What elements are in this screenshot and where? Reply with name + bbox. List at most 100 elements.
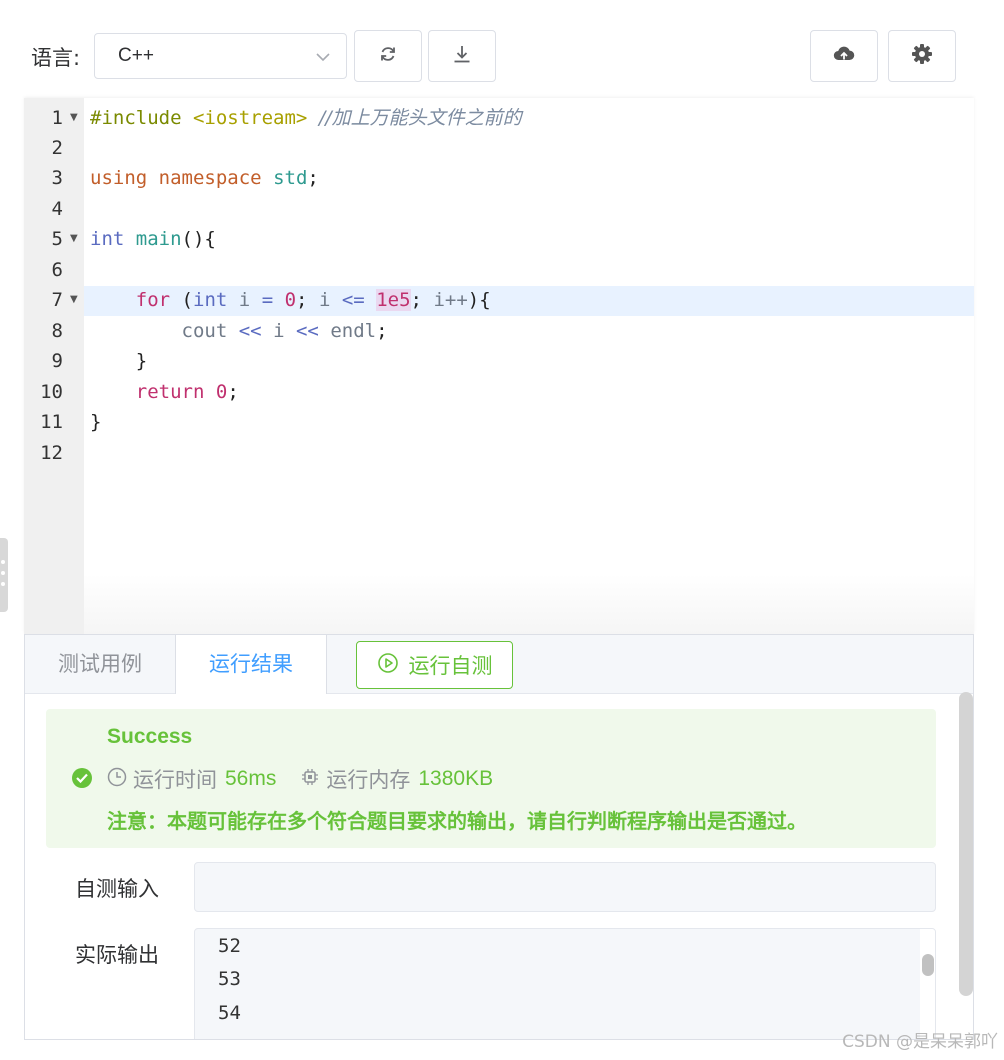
run-time-label: 运行时间 [133,768,217,792]
language-select-value: C++ [118,45,154,66]
token-zero: 0 [284,289,297,311]
token-1e5: 1e5 [376,289,411,311]
fold-arrow-icon[interactable]: ▼ [70,103,78,133]
output-scrollbar[interactable] [920,929,935,1039]
line-number: 6 [51,259,63,281]
language-label: 语言: [31,46,81,70]
token-increment: i++ [433,289,468,311]
token-semicolon: ; [227,381,239,403]
result-panel: 测试用例 运行结果 运行自测 Success 运行时间 56ms 运行内存 13… [24,634,974,1040]
fold-arrow-icon[interactable]: ▼ [70,224,78,254]
line-number: 3 [51,167,63,189]
actual-output-label: 实际输出 [75,943,159,967]
line-number: 2 [51,137,63,159]
success-check-icon [71,767,93,793]
clock-icon [107,767,127,792]
code-line-5: int main(){ [90,224,974,254]
token-include: #include [90,107,182,129]
line-number: 5 [51,228,63,250]
upload-cloud-icon [833,44,855,68]
result-tabbar: 测试用例 运行结果 运行自测 [25,635,973,694]
actual-output-box[interactable]: 52 53 54 [194,928,936,1039]
editor-toolbar: 语言: C++ [0,0,1004,98]
code-line-8: cout << i << endl; [90,316,974,346]
line-number: 10 [40,381,63,403]
token-using: using [90,167,148,189]
run-self-test-button[interactable]: 运行自测 [356,641,513,689]
token-paren: ( [181,289,193,311]
code-line-7: for (int i = 0; i <= 1e5; i++){ [90,285,974,315]
line-number: 7 [51,289,63,311]
editor-bottom-fade [84,574,974,634]
cpu-icon [300,767,320,792]
chevron-down-icon [314,48,332,70]
token-std: std [273,167,308,189]
upload-code-button[interactable] [810,30,878,82]
token-semicolon: ; [307,167,319,189]
language-select[interactable]: C++ [94,33,347,79]
token-namespace: namespace [158,167,262,189]
result-success-box: Success 运行时间 56ms 运行内存 1380KB 注意：本题可能存在多… [46,709,936,848]
self-input-label: 自测输入 [75,877,159,901]
code-line-11: } [90,407,974,437]
run-self-test-label: 运行自测 [408,654,493,678]
token-assign: = [261,289,274,311]
line-number: 4 [51,198,63,220]
output-line: 52 [218,935,241,957]
panel-drag-handle[interactable] [0,538,8,612]
token-le: <= [341,289,365,311]
output-line: 53 [218,968,241,990]
token-semicolon: ; [376,320,388,342]
run-memory-value: 1380KB [418,767,494,790]
code-line-1: #include <iostream> //加上万能头文件之前的 [90,103,974,133]
run-time-value: 56ms [225,767,277,790]
self-input-field[interactable] [194,862,936,912]
tab-run-result[interactable]: 运行结果 [175,635,327,694]
download-code-button[interactable] [428,30,496,82]
line-number-gutter: 1 2 3 4 5 6 7 8 9 10 11 12 ▼ ▼ ▼ [24,98,84,634]
run-memory-label: 运行内存 [326,768,411,792]
panel-scrollbar-thumb[interactable] [959,692,973,996]
token-brace: } [135,350,148,372]
token-for: for [135,289,171,311]
token-shift: << [295,320,319,342]
token-main: main [135,228,182,250]
fold-arrow-icon[interactable]: ▼ [70,285,78,315]
code-line-10: return 0; [90,377,974,407]
token-brace: } [90,411,102,433]
token-comment: //加上万能头文件之前的 [318,107,522,129]
line-number: 11 [40,411,63,433]
token-semicolon: ; [296,289,308,311]
result-note: 注意：本题可能存在多个符合题目要求的输出，请自行判断程序输出是否通过。 [107,809,807,833]
token-shift: << [238,320,262,342]
token-i: i [238,289,251,311]
watermark: CSDN @是呆呆郭吖 [842,1032,998,1052]
reset-code-button[interactable] [354,30,422,82]
code-editor[interactable]: 1 2 3 4 5 6 7 8 9 10 11 12 ▼ ▼ ▼ #includ… [24,98,974,634]
refresh-icon [378,44,398,68]
grip-dot-icon [1,560,5,564]
line-number: 12 [40,442,63,464]
download-icon [452,44,472,68]
line-number: 8 [51,320,63,342]
token-i: i [273,320,285,342]
token-cout: cout [181,320,228,342]
token-parens: (){ [181,228,216,250]
token-zero: 0 [215,381,228,403]
code-line-9: } [90,346,974,376]
token-endl: endl [330,320,377,342]
token-close: ){ [467,289,491,311]
tab-test-cases[interactable]: 测试用例 [25,635,175,693]
token-int: int [193,289,228,311]
token-return: return [135,381,205,403]
gear-icon [911,43,933,69]
grip-dot-icon [1,571,5,575]
output-scrollbar-thumb[interactable] [922,954,934,976]
editor-settings-button[interactable] [888,30,956,82]
token-int: int [90,228,125,250]
code-line-3: using namespace std; [90,163,974,193]
line-number: 1 [51,107,63,129]
play-circle-icon [377,652,399,679]
grip-dot-icon [1,582,5,586]
token-i: i [318,289,331,311]
